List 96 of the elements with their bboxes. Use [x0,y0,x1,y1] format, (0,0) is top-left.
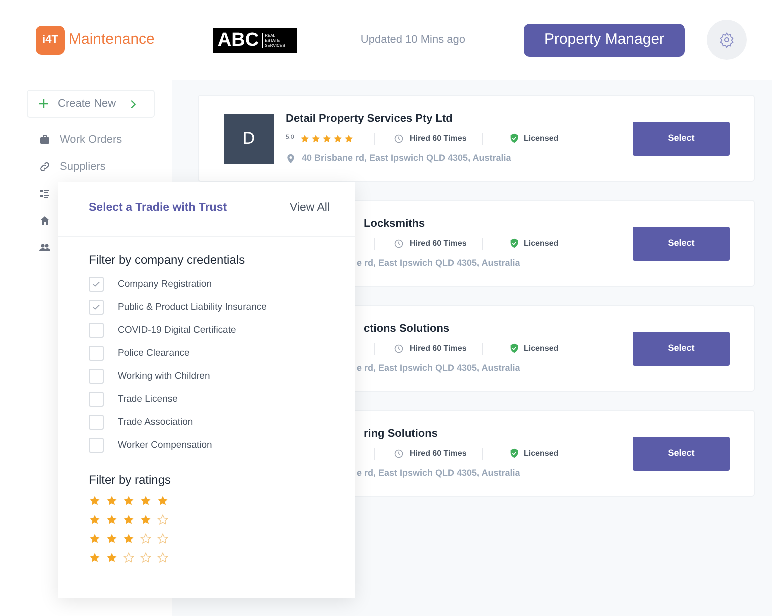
star-icon [157,532,169,544]
select-button[interactable]: Select [633,122,730,156]
credential-label: Trade Association [118,416,194,430]
credential-label: Police Clearance [118,346,190,361]
section-heading: Filter by ratings [89,472,172,488]
app-logo: i4T [36,26,65,54]
shield-check-icon [509,133,520,144]
tradie-name: ctions Solutions [363,322,450,336]
star-icon [322,134,332,144]
star-icon [140,494,152,506]
plus-icon [38,98,50,110]
rating-filter[interactable] [89,552,169,564]
checkbox[interactable] [89,346,104,362]
view-all-link[interactable]: View All [290,200,330,218]
star-icon [106,514,118,526]
rating-filter[interactable] [89,494,169,506]
avatar: D [224,114,274,164]
star-icon [140,514,152,526]
credential-label: Worker Compensation [118,438,212,453]
star-icon [140,532,152,544]
update-status: Updated 10 Mins ago [360,32,466,48]
check-icon [92,303,101,312]
credential-label: Company Registration [118,278,212,292]
star-icon [157,514,169,526]
star-icon [123,514,135,526]
shield-check-icon [509,238,520,250]
create-new-button[interactable]: Create New [27,90,155,118]
checkbox[interactable] [89,323,104,338]
section-heading: Filter by company credentials [89,252,246,269]
star-icon [123,494,135,506]
hired-count: Hired 60 Times [410,132,468,145]
role-button[interactable]: Property Manager [524,24,685,56]
clock-icon [394,344,404,354]
sidebar-item[interactable]: Suppliers [60,158,106,176]
clock-icon [394,134,404,144]
star-icon [89,552,101,564]
credential-label: Working with Children [118,370,210,384]
app-name: Maintenance [69,30,155,50]
tradie-address: e rd, East Ipswich QLD 4305, Australia [357,256,520,270]
hired-count: Hired 60 Times [410,448,468,460]
list-icon [39,188,51,200]
select-button[interactable]: Select [633,226,730,260]
settings-button[interactable] [707,20,747,60]
tradie-address: e rd, East Ipswich QLD 4305, Australia [357,466,520,480]
tradie-address: 40 Brisbane rd, East Ipswich QLD 4305, Australia [302,152,512,165]
star-icon [106,494,118,506]
panel-title: Select a Tradie with Trust [89,201,228,216]
clock-icon [394,448,404,459]
people-icon [39,242,51,254]
hired-count: Hired 60 Times [410,342,468,355]
checkbox[interactable] [89,392,104,408]
briefcase-icon [39,134,51,146]
license-status: Licensed [524,342,559,355]
check-icon [92,280,101,290]
select-button[interactable]: Select [633,332,730,366]
star-icon [333,134,344,144]
location-pin-icon [286,152,296,164]
license-status: Licensed [524,132,559,145]
checkbox[interactable] [89,277,104,292]
credential-label: Trade License [118,392,178,407]
star-icon [106,532,118,544]
clock-icon [394,238,404,249]
star-icon [89,514,101,526]
tradie-name: Locksmiths [363,216,426,231]
star-icon [311,134,322,144]
settings-icon [719,32,735,48]
star-icon [157,494,169,506]
link-icon [39,161,51,173]
checkbox[interactable] [89,369,104,384]
checkbox[interactable] [89,415,104,430]
shield-check-icon [509,448,520,460]
star-icon [140,552,152,564]
star-icon [89,494,101,506]
credential-label: COVID-19 Digital Certificate [118,324,236,338]
home-icon [39,215,51,227]
star-icon [123,532,135,544]
star-icon [123,552,135,564]
shield-check-icon [509,343,520,354]
star-icon [300,134,310,144]
checkbox[interactable] [89,438,104,454]
rating-filter[interactable] [89,514,169,526]
star-icon [157,552,169,564]
checkbox[interactable] [89,300,104,316]
tradie-address: e rd, East Ipswich QLD 4305, Australia [357,362,520,375]
sidebar-item[interactable]: Work Orders [60,132,122,148]
credential-label: Public & Product Liability Insurance [118,300,267,315]
tradie-name: ring Solutions [363,426,438,441]
tradie-name: Detail Property Services Pty Ltd [286,112,453,126]
star-icon [344,134,354,144]
hired-count: Hired 60 Times [410,238,468,250]
rating-filter[interactable] [89,532,169,544]
star-icon [89,532,101,544]
star-icon [106,552,118,564]
license-status: Licensed [524,238,559,250]
license-status: Licensed [524,448,559,460]
select-button[interactable]: Select [633,436,730,470]
